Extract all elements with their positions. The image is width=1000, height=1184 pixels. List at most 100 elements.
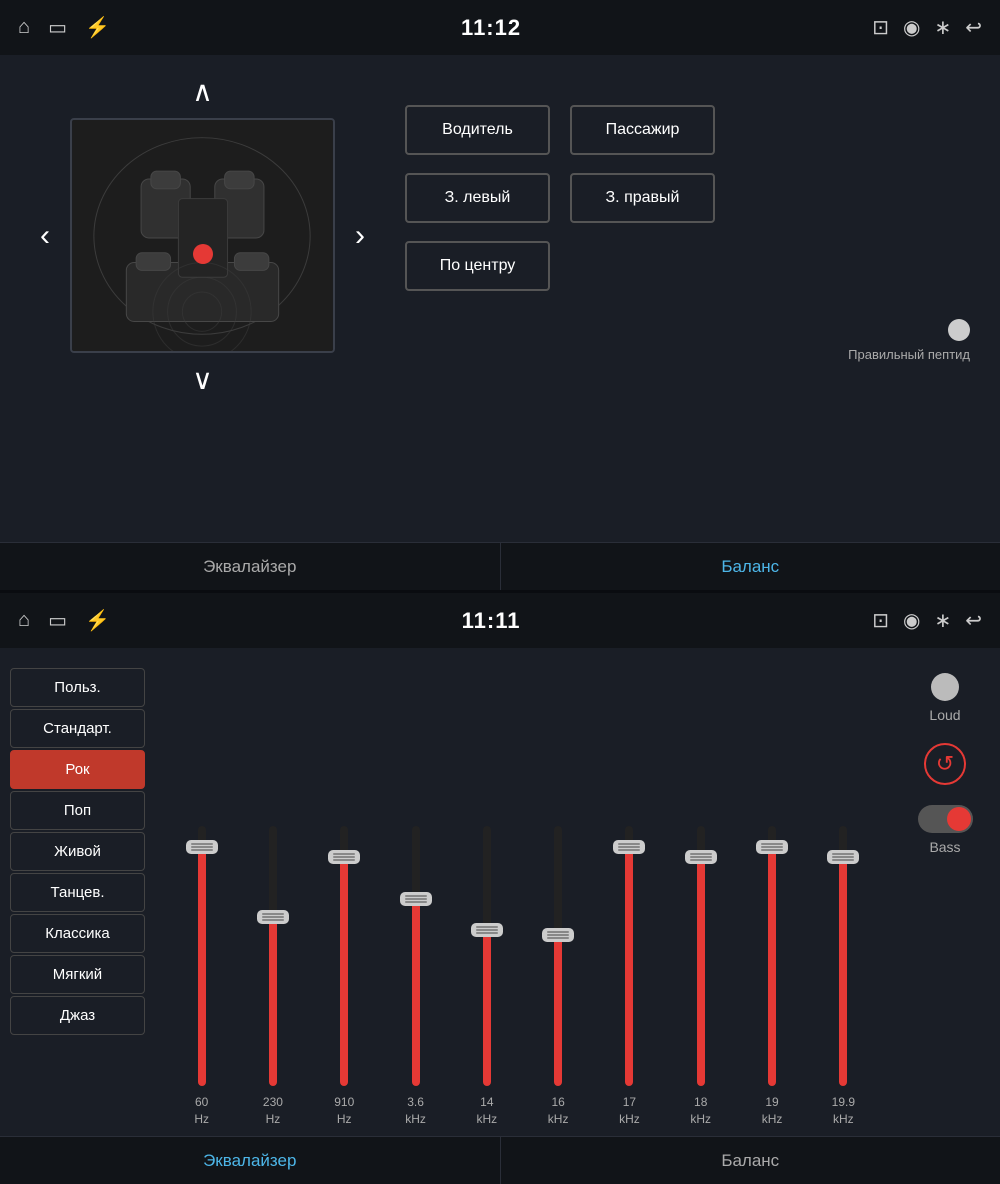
slider-col-8: 19 kHz (740, 826, 803, 1128)
slider-thumb-7[interactable] (685, 850, 717, 864)
slider-col-2: 910 Hz (313, 826, 376, 1128)
nav-up-button[interactable]: ∧ (192, 75, 213, 108)
slider-thumb-9[interactable] (827, 850, 859, 864)
bass-toggle[interactable] (918, 805, 973, 833)
preset-list: Польз.Стандарт.РокПопЖивойТанцев.Классик… (0, 663, 155, 1128)
zone-buttons-row2: З. левый З. правый (405, 173, 970, 223)
slider-thumb-4[interactable] (471, 923, 503, 937)
reset-button[interactable]: ↺ (924, 743, 966, 785)
preset-item-8[interactable]: Джаз (10, 996, 145, 1035)
usb-icon[interactable]: ⚡ (85, 15, 110, 40)
zone-buttons-row3: По центру (405, 241, 970, 291)
rear-right-button[interactable]: З. правый (570, 173, 715, 223)
loud-label: Loud (929, 707, 960, 723)
freq-label-8: 19 kHz (762, 1094, 783, 1128)
preset-item-3[interactable]: Поп (10, 791, 145, 830)
preset-item-6[interactable]: Классика (10, 914, 145, 953)
loud-indicator[interactable] (931, 673, 959, 701)
location-icon-b[interactable]: ◉ (903, 608, 920, 633)
preset-item-4[interactable]: Живой (10, 832, 145, 871)
loud-group: Loud (929, 673, 960, 723)
slider-thumb-2[interactable] (328, 850, 360, 864)
nav-right-button[interactable]: › (345, 219, 375, 253)
slider-track-2[interactable] (340, 826, 348, 1086)
bluetooth-icon-b[interactable]: ∗ (934, 608, 951, 633)
nav-down-button[interactable]: ∨ (192, 363, 213, 396)
slider-track-3[interactable] (412, 826, 420, 1086)
freq-label-2: 910 Hz (334, 1094, 354, 1128)
freq-label-0: 60 Hz (194, 1094, 209, 1128)
top-panel: ⌂ ▭ ⚡ 11:12 ⊡ ◉ ∗ ↩ ∧ ‹ (0, 0, 1000, 590)
bottom-panel: ⌂ ▭ ⚡ 11:11 ⊡ ◉ ∗ ↩ Польз.Стандарт.РокПо… (0, 593, 1000, 1184)
slider-col-9: 19.9 kHz (812, 826, 875, 1128)
peptide-area: Правильный пептид (848, 319, 970, 362)
bluetooth-icon[interactable]: ∗ (934, 15, 951, 40)
slider-col-6: 17 kHz (598, 826, 661, 1128)
preset-item-1[interactable]: Стандарт. (10, 709, 145, 748)
freq-label-3: 3.6 kHz (405, 1094, 426, 1128)
freq-label-1: 230 Hz (263, 1094, 283, 1128)
back-icon[interactable]: ↩ (965, 15, 982, 40)
bottom-tab-bar: Эквалайзер Баланс (0, 1136, 1000, 1184)
preset-item-5[interactable]: Танцев. (10, 873, 145, 912)
freq-label-7: 18 kHz (690, 1094, 711, 1128)
driver-button[interactable]: Водитель (405, 105, 550, 155)
eq-content: Польз.Стандарт.РокПопЖивойТанцев.Классик… (0, 648, 1000, 1128)
slider-track-6[interactable] (625, 826, 633, 1086)
slider-track-4[interactable] (483, 826, 491, 1086)
slider-track-8[interactable] (768, 826, 776, 1086)
tab-balance-bottom[interactable]: Баланс (501, 1137, 1000, 1184)
preset-item-2[interactable]: Рок (10, 750, 145, 789)
tab-balance-top[interactable]: Баланс (501, 543, 1000, 590)
car-interior-svg (72, 120, 333, 351)
slider-col-4: 14 kHz (455, 826, 518, 1128)
slider-thumb-1[interactable] (257, 910, 289, 924)
slider-thumb-0[interactable] (186, 840, 218, 854)
bottom-status-left: ⌂ ▭ ⚡ (18, 608, 110, 633)
nav-left-button[interactable]: ‹ (30, 219, 60, 253)
home-icon-b[interactable]: ⌂ (18, 609, 30, 632)
bass-label: Bass (929, 839, 960, 855)
cast-icon-b[interactable]: ⊡ (872, 608, 889, 633)
slider-thumb-8[interactable] (756, 840, 788, 854)
peptide-label: Правильный пептид (848, 347, 970, 362)
screen-icon[interactable]: ▭ (48, 15, 67, 40)
slider-col-0: 60 Hz (170, 826, 233, 1128)
slider-track-1[interactable] (269, 826, 277, 1086)
preset-item-7[interactable]: Мягкий (10, 955, 145, 994)
slider-track-9[interactable] (839, 826, 847, 1086)
preset-item-0[interactable]: Польз. (10, 668, 145, 707)
screen-icon-b[interactable]: ▭ (48, 608, 67, 633)
sliders-container: 60 Hz 230 Hz 910 Hz 3.6 kHz 14 kHz 16 kHz 17 k… (165, 673, 880, 1128)
bottom-status-bar: ⌂ ▭ ⚡ 11:11 ⊡ ◉ ∗ ↩ (0, 593, 1000, 648)
location-icon[interactable]: ◉ (903, 15, 920, 40)
bass-group: Bass (918, 805, 973, 855)
slider-thumb-3[interactable] (400, 892, 432, 906)
passenger-button[interactable]: Пассажир (570, 105, 715, 155)
slider-thumb-6[interactable] (613, 840, 645, 854)
bottom-time: 11:11 (462, 608, 521, 634)
slider-track-5[interactable] (554, 826, 562, 1086)
car-image-container (70, 118, 335, 353)
rear-left-button[interactable]: З. левый (405, 173, 550, 223)
slider-thumb-5[interactable] (542, 928, 574, 942)
eq-right-controls: Loud ↺ Bass (890, 663, 1000, 1128)
slider-col-7: 18 kHz (669, 826, 732, 1128)
home-icon[interactable]: ⌂ (18, 16, 30, 39)
tab-equalizer-top[interactable]: Эквалайзер (0, 543, 501, 590)
bass-toggle-knob (947, 807, 971, 831)
center-button[interactable]: По центру (405, 241, 550, 291)
slider-col-1: 230 Hz (241, 826, 304, 1128)
slider-track-7[interactable] (697, 826, 705, 1086)
tab-equalizer-bottom[interactable]: Эквалайзер (0, 1137, 501, 1184)
bottom-status-right: ⊡ ◉ ∗ ↩ (872, 608, 982, 633)
slider-track-0[interactable] (198, 826, 206, 1086)
cast-icon[interactable]: ⊡ (872, 15, 889, 40)
back-icon-b[interactable]: ↩ (965, 608, 982, 633)
slider-col-5: 16 kHz (526, 826, 589, 1128)
freq-label-5: 16 kHz (548, 1094, 569, 1128)
top-status-bar: ⌂ ▭ ⚡ 11:12 ⊡ ◉ ∗ ↩ (0, 0, 1000, 55)
position-dot[interactable] (193, 244, 213, 264)
usb-icon-b[interactable]: ⚡ (85, 608, 110, 633)
freq-label-9: 19.9 kHz (832, 1094, 855, 1128)
